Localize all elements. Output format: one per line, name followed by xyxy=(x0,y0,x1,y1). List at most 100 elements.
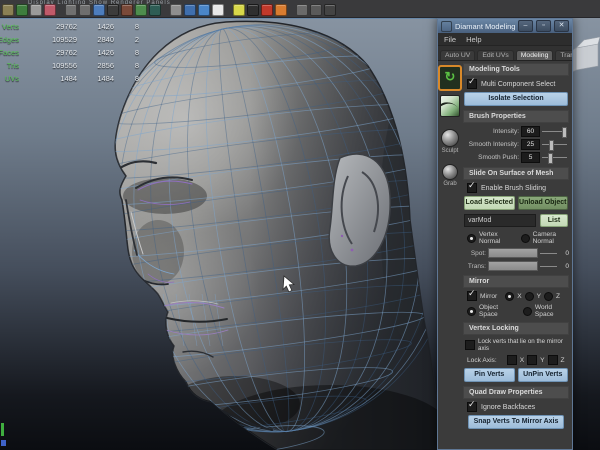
axis-gizmo-y-icon xyxy=(1,423,4,436)
world-space-radio[interactable] xyxy=(523,307,532,316)
world-space-label: World Space xyxy=(535,304,569,318)
mirror-y-radio[interactable] xyxy=(525,292,534,301)
trans-field[interactable] xyxy=(488,261,538,271)
sculpt-brush-icon[interactable] xyxy=(441,129,459,147)
smooth-push-slider[interactable] xyxy=(542,157,567,158)
pin-verts-button[interactable]: Pin Verts xyxy=(464,368,515,382)
axis-gizmo-z-icon xyxy=(1,440,6,446)
spot-field[interactable] xyxy=(488,248,538,258)
spot-slider-row: Spot: 0 xyxy=(463,248,569,258)
brush-properties-header: Brush Properties xyxy=(463,110,569,123)
toolbar-separator xyxy=(289,5,294,15)
lock-verts-checkbox[interactable] xyxy=(465,340,475,350)
diamant-modeling-window: Diamant Modeling 1.0 al... – ▫ ✕ File He… xyxy=(437,18,573,450)
mirror-label: Mirror xyxy=(480,293,497,300)
tab-auto-uv[interactable]: Auto UV xyxy=(440,50,475,60)
toolbar-icon[interactable] xyxy=(296,4,308,16)
list-button[interactable]: List xyxy=(540,214,568,227)
hud-label: Tris xyxy=(0,59,19,72)
trans-label: Trans: xyxy=(463,263,486,270)
unload-object-button[interactable]: Unload Object xyxy=(518,196,569,210)
ignore-backfaces-label: Ignore Backfaces xyxy=(481,404,535,411)
toolbar-icon[interactable] xyxy=(107,4,119,16)
mirror-header: Mirror xyxy=(463,275,569,288)
toolbar-icon-row xyxy=(0,4,600,16)
minimize-button[interactable]: – xyxy=(518,20,533,32)
toolbar-icon[interactable] xyxy=(310,4,322,16)
tab-modeling[interactable]: Modeling xyxy=(516,50,554,60)
toolbar-icon[interactable] xyxy=(275,4,287,16)
lock-verts-row: Lock verts that lie on the mirror axis xyxy=(465,338,569,352)
toolbar-icon[interactable] xyxy=(121,4,133,16)
tab-edit-uvs[interactable]: Edit UVs xyxy=(477,50,513,60)
menu-help[interactable]: Help xyxy=(466,35,481,44)
hud-row: Faces 29762 1426 8 xyxy=(0,46,139,59)
lock-y-checkbox[interactable] xyxy=(527,355,537,365)
toolbar-icon[interactable] xyxy=(30,4,42,16)
intensity-label: Intensity: xyxy=(463,128,519,135)
toolbar-icon[interactable] xyxy=(44,4,56,16)
menu-file[interactable]: File xyxy=(444,35,456,44)
window-titlebar[interactable]: Diamant Modeling 1.0 al... – ▫ ✕ xyxy=(438,19,572,33)
spot-value: 0 xyxy=(559,250,569,257)
mirror-x-radio[interactable] xyxy=(505,292,514,301)
vertex-normal-radio[interactable] xyxy=(467,234,476,243)
multi-component-select-checkbox[interactable]: ✓ xyxy=(467,79,477,89)
isolate-selection-button[interactable]: Isolate Selection xyxy=(464,92,568,106)
panel-tabs: Auto UV Edit UVs Modeling Transfer xyxy=(438,46,572,61)
unpin-verts-button[interactable]: UnPin Verts xyxy=(518,368,569,382)
toolbar-icon[interactable] xyxy=(184,4,196,16)
toolbar-icon[interactable] xyxy=(324,4,336,16)
ignore-backfaces-checkbox[interactable]: ✓ xyxy=(467,402,477,412)
toolbar-icon[interactable] xyxy=(16,4,28,16)
lock-verts-label: Lock verts that lie on the mirror axis xyxy=(478,338,569,352)
snap-verts-button[interactable]: Snap Verts To Mirror Axis xyxy=(468,415,564,429)
enable-brush-sliding-checkbox[interactable]: ✓ xyxy=(467,183,477,193)
loaded-object-field[interactable]: varMod xyxy=(464,214,536,227)
grab-brush-icon[interactable] xyxy=(442,164,458,180)
toolbar-icon[interactable] xyxy=(65,4,77,16)
lock-axis-label: Lock Axis: xyxy=(467,357,497,364)
hud-label: Verts xyxy=(0,20,19,33)
toolbar-icon[interactable] xyxy=(79,4,91,16)
toolbar-icon[interactable] xyxy=(149,4,161,16)
smooth-intensity-slider-row: Smooth Intensity: 25 xyxy=(463,139,569,150)
window-title: Diamant Modeling 1.0 al... xyxy=(455,22,515,31)
hud-row: Edges 109529 2840 2 xyxy=(0,33,139,46)
smooth-push-value[interactable]: 5 xyxy=(521,152,540,163)
maximize-button[interactable]: ▫ xyxy=(536,20,551,32)
tab-transfer[interactable]: Transfer xyxy=(555,50,573,60)
intensity-value[interactable]: 60 xyxy=(521,126,540,137)
falloff-ramp-icon[interactable] xyxy=(440,95,460,117)
toolbar-icon[interactable] xyxy=(247,4,259,16)
enable-brush-sliding-label: Enable Brush Sliding xyxy=(481,185,546,192)
toolbar-icon[interactable] xyxy=(135,4,147,16)
toolbar-icon[interactable] xyxy=(212,4,224,16)
toolbar-icon[interactable] xyxy=(233,4,245,16)
mirror-z-radio[interactable] xyxy=(544,292,553,301)
camera-normal-label: Camera Normal xyxy=(533,231,569,245)
toolbar-icon[interactable] xyxy=(93,4,105,16)
hud-row: UVs 1484 1484 8 xyxy=(0,72,139,85)
smooth-intensity-slider[interactable] xyxy=(542,144,567,145)
close-button[interactable]: ✕ xyxy=(554,20,569,32)
spot-slider[interactable] xyxy=(540,253,557,254)
intensity-slider[interactable] xyxy=(542,131,567,132)
lock-x-checkbox[interactable] xyxy=(507,355,517,365)
toolbar-icon[interactable] xyxy=(2,4,14,16)
mirror-space-row: Object Space World Space xyxy=(467,304,569,318)
hud-label: Faces xyxy=(0,46,19,59)
load-selected-button[interactable]: Load Selected xyxy=(464,196,515,210)
mirror-checkbox[interactable]: ✓ xyxy=(467,291,477,301)
component-select-tool-icon[interactable]: ↻ xyxy=(438,65,462,91)
toolbar-icon[interactable] xyxy=(198,4,210,16)
smooth-intensity-value[interactable]: 25 xyxy=(521,139,540,150)
trans-slider[interactable] xyxy=(540,266,557,267)
lock-axis-row: Lock Axis: X Y Z xyxy=(467,355,569,365)
object-space-radio[interactable] xyxy=(467,307,476,316)
lock-z-checkbox[interactable] xyxy=(548,355,558,365)
application-window: { "glyphs": { "check": "\u2713", "minimi… xyxy=(0,0,600,450)
toolbar-icon[interactable] xyxy=(170,4,182,16)
camera-normal-radio[interactable] xyxy=(521,234,530,243)
toolbar-icon[interactable] xyxy=(261,4,273,16)
